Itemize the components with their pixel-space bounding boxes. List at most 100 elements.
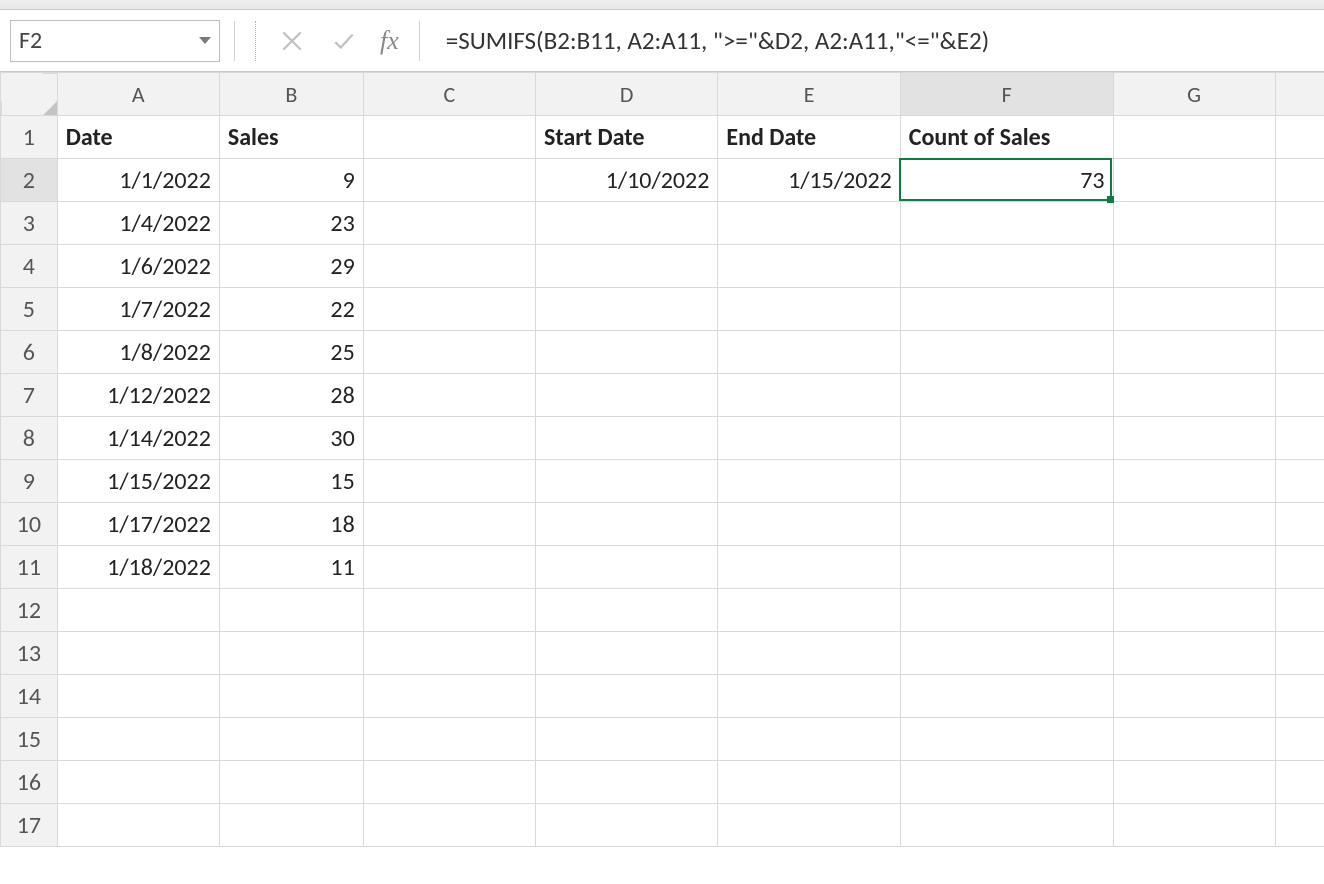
cell[interactable] — [363, 202, 535, 245]
row-header[interactable]: 17 — [1, 804, 58, 847]
cell[interactable] — [363, 374, 535, 417]
cell[interactable] — [1275, 675, 1324, 718]
cell[interactable] — [1113, 331, 1275, 374]
cell[interactable] — [718, 331, 900, 374]
cell[interactable] — [1275, 546, 1324, 589]
cell[interactable] — [57, 718, 219, 761]
cell[interactable] — [1113, 245, 1275, 288]
col-header-G[interactable]: G — [1113, 73, 1275, 116]
row-header[interactable]: 9 — [1, 460, 58, 503]
cell[interactable] — [1113, 503, 1275, 546]
fx-icon[interactable]: fx — [374, 26, 405, 56]
cell[interactable] — [1275, 632, 1324, 675]
cell[interactable] — [1113, 460, 1275, 503]
cell[interactable]: 22 — [219, 288, 363, 331]
cancel-button[interactable] — [270, 21, 314, 61]
col-header-D[interactable]: D — [535, 73, 717, 116]
col-header-A[interactable]: A — [57, 73, 219, 116]
cell[interactable]: 1/18/2022 — [57, 546, 219, 589]
cell[interactable] — [535, 546, 717, 589]
cell[interactable] — [718, 761, 900, 804]
cell[interactable] — [535, 761, 717, 804]
cell[interactable]: Start Date — [535, 116, 717, 159]
cell[interactable] — [900, 761, 1113, 804]
cell[interactable] — [535, 460, 717, 503]
cell[interactable] — [363, 116, 535, 159]
cell[interactable] — [57, 675, 219, 718]
cell[interactable] — [900, 417, 1113, 460]
cell[interactable] — [363, 718, 535, 761]
cell[interactable] — [1113, 116, 1275, 159]
cell[interactable] — [1113, 546, 1275, 589]
cell[interactable] — [1113, 417, 1275, 460]
cell[interactable] — [535, 675, 717, 718]
cell[interactable]: 29 — [219, 245, 363, 288]
cell[interactable] — [57, 761, 219, 804]
cell[interactable] — [1275, 202, 1324, 245]
cell[interactable] — [363, 589, 535, 632]
cell[interactable] — [900, 675, 1113, 718]
row-header[interactable]: 5 — [1, 288, 58, 331]
cell[interactable] — [718, 589, 900, 632]
cell[interactable]: 1/17/2022 — [57, 503, 219, 546]
chevron-down-icon[interactable] — [199, 37, 211, 44]
cell[interactable] — [363, 288, 535, 331]
col-header-E[interactable]: E — [718, 73, 900, 116]
col-header-H[interactable]: H — [1275, 73, 1324, 116]
cell[interactable] — [219, 589, 363, 632]
cell[interactable]: 1/15/2022 — [718, 159, 900, 202]
row-header[interactable]: 16 — [1, 761, 58, 804]
cell[interactable] — [363, 245, 535, 288]
cell[interactable]: 1/1/2022 — [57, 159, 219, 202]
cell[interactable] — [535, 589, 717, 632]
cell[interactable] — [1113, 202, 1275, 245]
cell[interactable] — [363, 546, 535, 589]
cell[interactable] — [535, 202, 717, 245]
cell[interactable] — [1275, 288, 1324, 331]
cell[interactable] — [718, 546, 900, 589]
row-header[interactable]: 13 — [1, 632, 58, 675]
cell[interactable] — [900, 331, 1113, 374]
cell[interactable] — [363, 675, 535, 718]
cell[interactable]: 1/15/2022 — [57, 460, 219, 503]
cell[interactable] — [1113, 589, 1275, 632]
cell[interactable] — [1275, 159, 1324, 202]
cell[interactable] — [900, 202, 1113, 245]
cell[interactable]: 1/4/2022 — [57, 202, 219, 245]
cell[interactable] — [219, 632, 363, 675]
row-header[interactable]: 11 — [1, 546, 58, 589]
cell[interactable] — [718, 804, 900, 847]
cell[interactable] — [1275, 503, 1324, 546]
cell[interactable] — [535, 245, 717, 288]
row-header[interactable]: 2 — [1, 159, 58, 202]
cell[interactable] — [718, 245, 900, 288]
row-header[interactable]: 6 — [1, 331, 58, 374]
cell[interactable] — [535, 503, 717, 546]
cell[interactable] — [57, 804, 219, 847]
cell[interactable] — [535, 804, 717, 847]
cell[interactable] — [535, 718, 717, 761]
cell[interactable] — [900, 546, 1113, 589]
cell[interactable] — [718, 675, 900, 718]
cell[interactable]: 30 — [219, 417, 363, 460]
cell[interactable] — [57, 589, 219, 632]
row-header[interactable]: 1 — [1, 116, 58, 159]
cell[interactable] — [1275, 116, 1324, 159]
col-header-B[interactable]: B — [219, 73, 363, 116]
cell[interactable]: 9 — [219, 159, 363, 202]
cell[interactable] — [718, 718, 900, 761]
cell[interactable]: 1/6/2022 — [57, 245, 219, 288]
cell[interactable] — [900, 503, 1113, 546]
cell[interactable] — [1275, 331, 1324, 374]
cell[interactable] — [1275, 245, 1324, 288]
name-box[interactable]: F2 — [10, 20, 220, 62]
row-header[interactable]: 8 — [1, 417, 58, 460]
cell[interactable] — [718, 503, 900, 546]
cell[interactable] — [219, 718, 363, 761]
select-all-corner[interactable] — [1, 73, 58, 116]
cell[interactable] — [535, 331, 717, 374]
cell[interactable] — [363, 417, 535, 460]
cell[interactable] — [718, 460, 900, 503]
cell[interactable] — [219, 804, 363, 847]
cell[interactable] — [1275, 804, 1324, 847]
